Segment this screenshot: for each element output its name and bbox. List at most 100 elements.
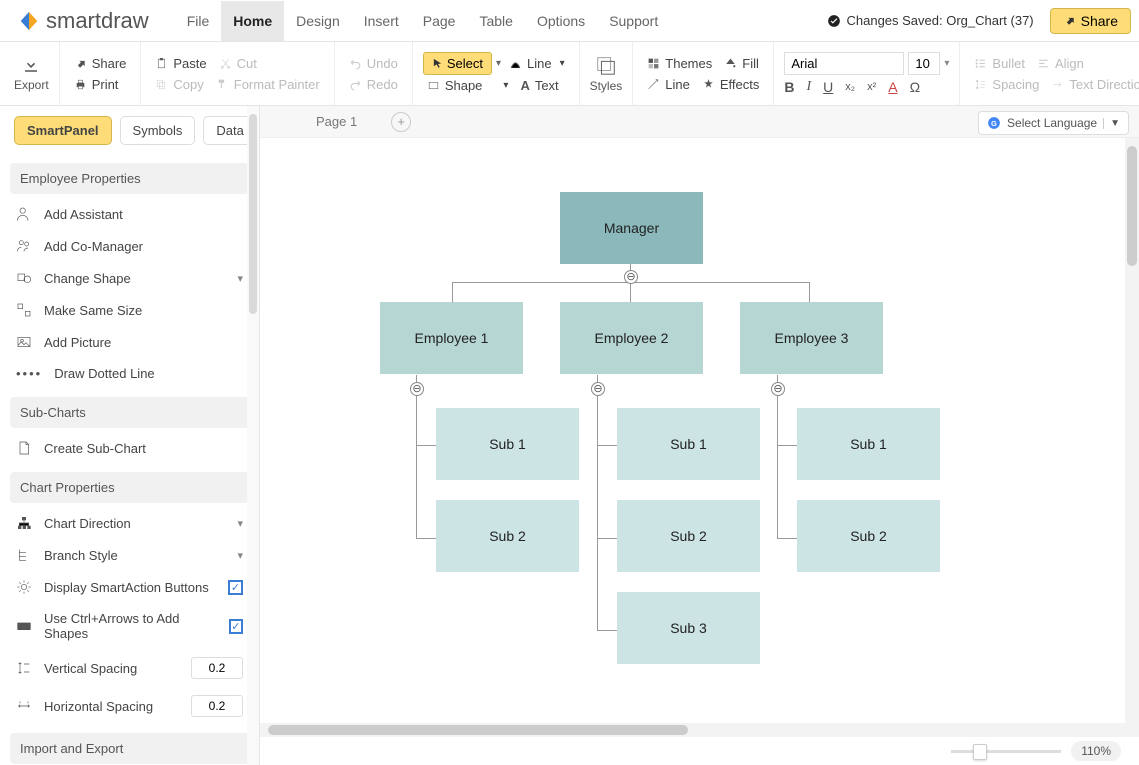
menu-table[interactable]: Table	[467, 1, 524, 41]
tab-symbols[interactable]: Symbols	[120, 116, 196, 145]
font-size-dropdown-icon[interactable]: ▾	[944, 58, 949, 69]
sidebar-add-picture[interactable]: Add Picture	[10, 326, 249, 358]
paste-icon	[155, 57, 168, 70]
person-icon	[16, 206, 32, 222]
horizontal-spacing-input[interactable]	[191, 695, 243, 717]
add-page-button[interactable]: +	[391, 112, 411, 132]
canvas-vertical-scrollbar[interactable]	[1125, 138, 1139, 737]
org-node-sub[interactable]: Sub 2	[617, 500, 760, 572]
spacing-button[interactable]: Spacing	[970, 74, 1043, 95]
drawing-canvas[interactable]: Manager ⊖ Employee 1 Employee 2 Employee…	[260, 138, 1139, 765]
align-icon	[1037, 57, 1050, 70]
menu-page[interactable]: Page	[411, 1, 468, 41]
fill-button[interactable]: Fill	[720, 53, 763, 74]
org-node-employee-3[interactable]: Employee 3	[740, 302, 883, 374]
canvas-horizontal-scrollbar[interactable]	[260, 723, 1125, 737]
print-button[interactable]: Print	[70, 74, 131, 95]
collapse-button[interactable]: ⊖	[624, 270, 638, 284]
h-spacing-icon	[16, 698, 32, 714]
sidebar-use-ctrl-arrows[interactable]: Use Ctrl+Arrows to Add Shapes✓	[10, 603, 249, 649]
copy-button[interactable]: Copy	[151, 74, 207, 95]
cut-button[interactable]: Cut	[215, 53, 261, 74]
org-node-sub[interactable]: Sub 2	[797, 500, 940, 572]
checkbox-checked-icon[interactable]: ✓	[228, 580, 243, 595]
select-dropdown-icon[interactable]: ▾	[496, 58, 501, 69]
effects-button[interactable]: Effects	[698, 74, 764, 95]
redo-button[interactable]: Redo	[345, 74, 402, 95]
undo-button[interactable]: Undo	[345, 53, 402, 74]
select-tool-button[interactable]: Select	[423, 52, 492, 75]
zoom-thumb[interactable]	[973, 744, 987, 760]
org-node-sub[interactable]: Sub 1	[436, 408, 579, 480]
collapse-button[interactable]: ⊖	[771, 382, 785, 396]
zoom-slider[interactable]	[951, 750, 1061, 753]
org-node-sub[interactable]: Sub 2	[436, 500, 579, 572]
menu-file[interactable]: File	[175, 1, 222, 41]
collapse-button[interactable]: ⊖	[410, 382, 424, 396]
format-painter-button[interactable]: Format Painter	[212, 74, 324, 95]
styles-label[interactable]: Styles	[590, 79, 623, 93]
font-color-button[interactable]: A	[888, 79, 897, 95]
export-label[interactable]: Export	[14, 78, 49, 92]
org-node-manager[interactable]: Manager	[560, 192, 703, 264]
text-direction-button[interactable]: Text Direction	[1047, 74, 1139, 95]
sidebar-create-subchart[interactable]: Create Sub-Chart	[10, 432, 249, 464]
sidebar-add-comanager[interactable]: Add Co-Manager	[10, 230, 249, 262]
italic-button[interactable]: I	[807, 79, 812, 95]
menu-options[interactable]: Options	[525, 1, 597, 41]
collapse-button[interactable]: ⊖	[591, 382, 605, 396]
checkbox-checked-icon[interactable]: ✓	[229, 619, 243, 634]
symbol-button[interactable]: Ω	[910, 79, 920, 95]
export-icon[interactable]	[22, 56, 40, 74]
zoom-controls: 110%	[951, 741, 1121, 761]
align-button[interactable]: Align	[1033, 53, 1088, 74]
menu-support[interactable]: Support	[597, 1, 670, 41]
sidebar-display-smartaction[interactable]: Display SmartAction Buttons✓	[10, 571, 249, 603]
sidebar-branch-style[interactable]: Branch Style▾	[10, 539, 249, 571]
org-node-sub[interactable]: Sub 1	[617, 408, 760, 480]
bullet-icon	[974, 57, 987, 70]
share-button[interactable]: Share	[1050, 8, 1131, 34]
share-ribbon-button[interactable]: Share	[70, 53, 131, 74]
font-size-input[interactable]	[908, 52, 940, 75]
branch-icon	[16, 547, 32, 563]
line-tool-button[interactable]: Line▾	[505, 53, 569, 74]
menu-insert[interactable]: Insert	[352, 1, 411, 41]
org-node-employee-2[interactable]: Employee 2	[560, 302, 703, 374]
export-group: Export	[4, 42, 60, 105]
text-tool-button[interactable]: AText	[516, 75, 562, 96]
cursor-icon	[432, 58, 443, 69]
sidebar-scrollbar[interactable]	[247, 106, 259, 765]
shape-tool-button[interactable]: Shape▾	[423, 75, 513, 96]
paragraph-group: Bullet Align Spacing Text Direction	[960, 42, 1139, 105]
sidebar-chart-direction[interactable]: Chart Direction▾	[10, 507, 249, 539]
font-name-input[interactable]	[784, 52, 904, 75]
superscript-button[interactable]: x²	[867, 81, 876, 93]
bold-button[interactable]: B	[784, 79, 794, 95]
sidebar-draw-dotted[interactable]: ••••Draw Dotted Line	[10, 358, 249, 389]
org-node-employee-1[interactable]: Employee 1	[380, 302, 523, 374]
paste-button[interactable]: Paste	[151, 53, 210, 74]
subscript-button[interactable]: x₂	[845, 81, 855, 93]
tab-smartpanel[interactable]: SmartPanel	[14, 116, 112, 145]
zoom-percent[interactable]: 110%	[1071, 741, 1121, 761]
org-node-sub[interactable]: Sub 1	[797, 408, 940, 480]
sidebar-change-shape[interactable]: Change Shape▾	[10, 262, 249, 294]
menu-home[interactable]: Home	[221, 1, 284, 41]
bullet-button[interactable]: Bullet	[970, 53, 1029, 74]
language-selector[interactable]: G Select Language ▼	[978, 111, 1129, 135]
underline-button[interactable]: U	[823, 79, 833, 95]
sidebar-add-assistant[interactable]: Add Assistant	[10, 198, 249, 230]
styles-icon[interactable]	[595, 54, 617, 76]
ribbon-toolbar: Export Share Print Paste Cut Copy Format…	[0, 42, 1139, 106]
connector	[416, 445, 436, 446]
menu-design[interactable]: Design	[284, 1, 352, 41]
sidebar-make-same-size[interactable]: Make Same Size	[10, 294, 249, 326]
page-tab-1[interactable]: Page 1	[298, 108, 375, 135]
same-size-icon	[16, 302, 32, 318]
line-style-button[interactable]: Line	[643, 74, 694, 95]
themes-button[interactable]: Themes	[643, 53, 716, 74]
org-node-sub[interactable]: Sub 3	[617, 592, 760, 664]
vertical-spacing-input[interactable]	[191, 657, 243, 679]
connector	[416, 538, 436, 539]
